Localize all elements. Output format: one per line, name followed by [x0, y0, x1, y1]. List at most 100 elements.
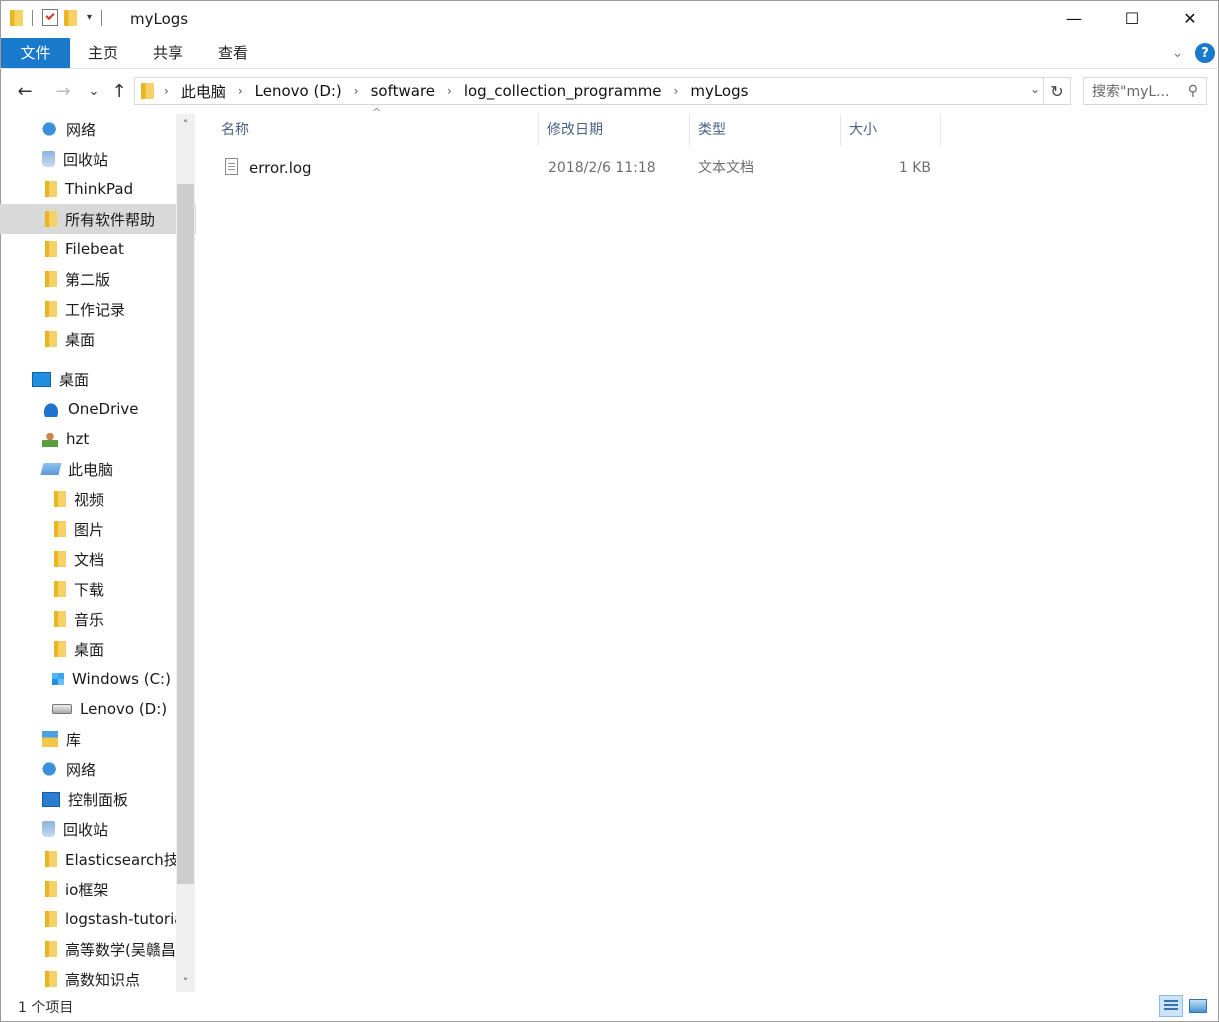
- nav-item-second-edition[interactable]: 第二版: [0, 264, 196, 294]
- maximize-button[interactable]: ☐: [1103, 0, 1161, 36]
- navigation-scrollbar[interactable]: ˄ ˅: [176, 114, 195, 992]
- folder-icon: [45, 211, 57, 227]
- nav-item-windows-c[interactable]: Windows (C:): [0, 664, 196, 694]
- breadcrumb-this-pc[interactable]: › 此电脑: [164, 81, 238, 102]
- nav-item-logstash-tutorial[interactable]: logstash-tutorial: [0, 904, 196, 934]
- nav-item-onedrive[interactable]: OneDrive: [0, 394, 196, 424]
- address-bar[interactable]: › 此电脑 › Lenovo (D:) › software › log_collect…: [134, 77, 1071, 105]
- breadcrumb-label[interactable]: 此电脑: [181, 81, 226, 102]
- nav-item-network-pinned[interactable]: 网络📌: [0, 114, 196, 144]
- nav-item-desktop-root[interactable]: 桌面: [0, 364, 196, 394]
- nav-item-label: 库: [66, 730, 82, 749]
- nav-item-hzt[interactable]: hzt: [0, 424, 196, 454]
- recent-locations-button[interactable]: ⌄: [83, 80, 105, 102]
- nav-item-label: Windows (C:): [72, 670, 171, 688]
- nav-item-downloads[interactable]: 下载: [0, 574, 196, 604]
- refresh-button[interactable]: ↻: [1043, 78, 1070, 104]
- breadcrumb-label[interactable]: myLogs: [690, 82, 748, 100]
- folder-icon: [45, 971, 57, 987]
- nav-item-all-software-help[interactable]: 所有软件帮助📌: [0, 204, 196, 234]
- nav-item-work-records[interactable]: 工作记录: [0, 294, 196, 324]
- table-row[interactable]: error.log 2018/2/6 11:18 文本文档 1 KB: [221, 154, 941, 182]
- nav-item-desktop-pc[interactable]: 桌面: [0, 634, 196, 664]
- nav-item-thinkpad[interactable]: ThinkPad📌: [0, 174, 196, 204]
- details-view-button[interactable]: [1159, 995, 1183, 1017]
- breadcrumb-separator-icon[interactable]: ›: [238, 84, 243, 98]
- nav-item-label: 桌面: [59, 370, 90, 389]
- qat-dropdown-icon[interactable]: ▾: [87, 12, 92, 23]
- tab-home[interactable]: 主页: [80, 38, 126, 68]
- forward-button[interactable]: →: [52, 80, 74, 102]
- nav-item-label: Elasticsearch技术: [65, 850, 194, 869]
- onedrive-icon: [42, 401, 60, 417]
- navigation-pane[interactable]: 网络📌 回收站📌 ThinkPad📌 所有软件帮助📌 Filebeat 第二版 …: [0, 114, 196, 992]
- breadcrumb-label[interactable]: software: [371, 82, 435, 100]
- expand-ribbon-icon[interactable]: ⌄: [1172, 46, 1183, 61]
- breadcrumb-label[interactable]: log_collection_programme: [464, 82, 662, 100]
- scrollbar-thumb[interactable]: [177, 184, 194, 884]
- nav-item-this-pc[interactable]: 此电脑: [0, 454, 196, 484]
- drive-icon: [52, 704, 72, 714]
- nav-item-recycle-bin[interactable]: 回收站: [0, 814, 196, 844]
- breadcrumb-mylogs[interactable]: › myLogs: [674, 82, 761, 100]
- nav-item-libraries[interactable]: 库: [0, 724, 196, 754]
- search-input[interactable]: 搜索"myL... ⚲: [1083, 77, 1207, 105]
- nav-item-math-notes[interactable]: 高数知识点: [0, 964, 196, 992]
- nav-item-pictures[interactable]: 图片: [0, 514, 196, 544]
- nav-item-label: 桌面: [74, 640, 105, 659]
- qat-separator: [32, 9, 33, 26]
- breadcrumb-separator-icon[interactable]: ›: [164, 84, 169, 98]
- scroll-up-icon[interactable]: ˄: [176, 114, 195, 134]
- nav-item-videos[interactable]: 视频: [0, 484, 196, 514]
- file-list[interactable]: ^ 名称 修改日期 类型 大小 error.log 2018/2/6 11:18…: [197, 106, 1219, 992]
- column-header-size[interactable]: 大小: [841, 114, 941, 146]
- file-name[interactable]: error.log: [249, 154, 312, 182]
- nav-item-label: 第二版: [65, 270, 111, 289]
- file-size: 1 KB: [898, 160, 931, 176]
- help-icon[interactable]: ?: [1195, 43, 1215, 63]
- nav-item-lenovo-d[interactable]: Lenovo (D:): [0, 694, 196, 724]
- nav-item-documents[interactable]: 文档: [0, 544, 196, 574]
- nav-item-label: OneDrive: [68, 400, 139, 418]
- column-header-date-modified[interactable]: 修改日期: [539, 114, 690, 146]
- breadcrumb-separator-icon[interactable]: ›: [447, 84, 452, 98]
- breadcrumb-separator-icon[interactable]: ›: [354, 84, 359, 98]
- up-button[interactable]: ↑: [108, 80, 130, 102]
- column-header-name[interactable]: 名称: [213, 114, 539, 146]
- nav-item-label: 下载: [74, 580, 105, 599]
- nav-item-label: 图片: [74, 520, 105, 539]
- nav-item-network[interactable]: 网络: [0, 754, 196, 784]
- nav-item-recycle-bin-pinned[interactable]: 回收站📌: [0, 144, 196, 174]
- nav-item-music[interactable]: 音乐: [0, 604, 196, 634]
- close-button[interactable]: ✕: [1161, 0, 1219, 36]
- nav-item-io-framework[interactable]: io框架: [0, 874, 196, 904]
- breadcrumb-lenovo-d[interactable]: › Lenovo (D:): [238, 82, 354, 100]
- nav-item-control-panel[interactable]: 控制面板: [0, 784, 196, 814]
- properties-icon[interactable]: [42, 9, 58, 26]
- status-bar: 1 个项目: [0, 992, 1219, 1022]
- large-icons-view-button[interactable]: [1186, 995, 1210, 1017]
- tab-view[interactable]: 查看: [210, 38, 256, 68]
- nav-item-desktop-quick[interactable]: 桌面: [0, 324, 196, 354]
- minimize-button[interactable]: —: [1045, 0, 1103, 36]
- nav-item-label: Filebeat: [65, 240, 124, 258]
- breadcrumb-separator-icon[interactable]: ›: [674, 84, 679, 98]
- tab-file[interactable]: 文件: [1, 38, 70, 68]
- new-folder-icon[interactable]: [64, 9, 77, 26]
- nav-item-label: 高等数学(吴赣昌: [65, 940, 176, 959]
- address-history-dropdown-icon[interactable]: ⌄: [1030, 82, 1040, 96]
- breadcrumb-log-collection-programme[interactable]: › log_collection_programme: [447, 82, 674, 100]
- tab-share[interactable]: 共享: [145, 38, 191, 68]
- quick-access-toolbar: ▾: [10, 9, 105, 26]
- column-header-type[interactable]: 类型: [690, 114, 841, 146]
- search-icon[interactable]: ⚲: [1188, 83, 1198, 99]
- nav-item-filebeat[interactable]: Filebeat: [0, 234, 196, 264]
- back-button[interactable]: ←: [14, 80, 36, 102]
- nav-item-elasticsearch[interactable]: Elasticsearch技术: [0, 844, 196, 874]
- folder-icon: [141, 83, 154, 99]
- scroll-down-icon[interactable]: ˅: [176, 972, 195, 992]
- breadcrumb-label[interactable]: Lenovo (D:): [255, 82, 342, 100]
- nav-item-higher-math[interactable]: 高等数学(吴赣昌: [0, 934, 196, 964]
- navigation-bar: ← → ⌄ ↑ › 此电脑 › Lenovo (D:) › software › log…: [0, 72, 1219, 112]
- breadcrumb-software[interactable]: › software: [354, 82, 447, 100]
